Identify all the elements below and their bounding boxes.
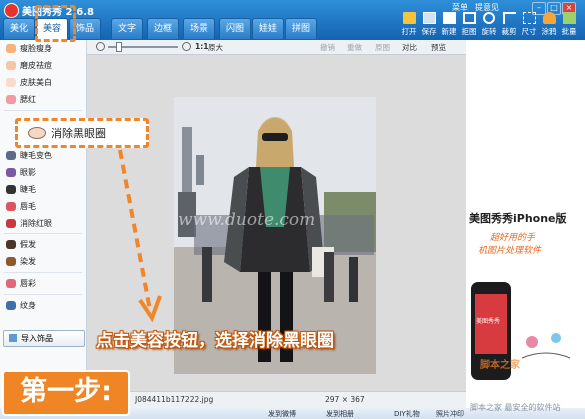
instruction-text: 点击美容按钮，选择消除黑眼圈: [96, 331, 334, 351]
step-label: 第一步:: [2, 370, 130, 416]
guide-arrow: [118, 149, 162, 323]
